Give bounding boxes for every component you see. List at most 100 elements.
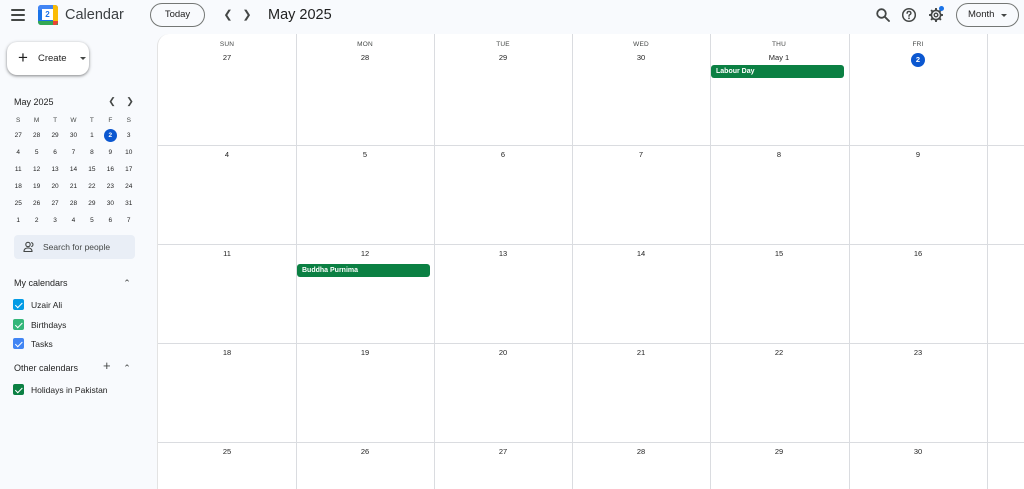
- mini-day[interactable]: 28: [27, 127, 45, 144]
- mini-day[interactable]: 6: [101, 212, 119, 229]
- chevron-right-icon[interactable]: ❯: [240, 8, 254, 22]
- day-number[interactable]: 28: [296, 53, 434, 62]
- mini-day[interactable]: 18: [9, 178, 27, 195]
- day-number[interactable]: 2: [849, 53, 987, 67]
- mini-day[interactable]: 15: [83, 161, 101, 178]
- mini-day[interactable]: 2: [101, 127, 119, 144]
- day-number[interactable]: 14: [572, 249, 710, 258]
- checkbox-checked-icon[interactable]: [13, 299, 24, 310]
- mini-day[interactable]: 1: [83, 127, 101, 144]
- mini-day[interactable]: 27: [46, 195, 64, 212]
- mini-day[interactable]: 14: [64, 161, 82, 178]
- chevron-up-icon[interactable]: ⌃: [122, 363, 132, 373]
- day-number[interactable]: 23: [849, 348, 987, 357]
- day-number[interactable]: 9: [849, 150, 987, 159]
- day-number[interactable]: 13: [434, 249, 572, 258]
- day-number[interactable]: 28: [572, 447, 710, 456]
- checkbox-checked-icon[interactable]: [13, 338, 24, 349]
- mini-weekday: W: [70, 117, 77, 124]
- people-search-input[interactable]: Search for people: [14, 235, 135, 259]
- mini-day[interactable]: 8: [83, 144, 101, 161]
- mini-day[interactable]: 2: [27, 212, 45, 229]
- create-button[interactable]: + Create: [7, 42, 89, 75]
- mini-day[interactable]: 22: [83, 178, 101, 195]
- search-icon[interactable]: [875, 7, 891, 23]
- day-number[interactable]: 5: [296, 150, 434, 159]
- mini-day[interactable]: 29: [46, 127, 64, 144]
- day-number[interactable]: 7: [572, 150, 710, 159]
- mini-day[interactable]: 1: [9, 212, 27, 229]
- hamburger-menu-icon[interactable]: [11, 9, 25, 21]
- mini-day[interactable]: 3: [120, 127, 138, 144]
- mini-day[interactable]: 19: [27, 178, 45, 195]
- mini-day[interactable]: 30: [64, 127, 82, 144]
- mini-week-row: 18 19 20 21 22 23 24: [9, 178, 138, 195]
- day-number[interactable]: 30: [849, 447, 987, 456]
- app-title: Calendar: [65, 7, 124, 23]
- day-number[interactable]: 15: [710, 249, 848, 258]
- chevron-up-icon[interactable]: ⌃: [122, 278, 132, 288]
- mini-day[interactable]: 11: [9, 161, 27, 178]
- mini-day[interactable]: 25: [9, 195, 27, 212]
- mini-prev-month-icon[interactable]: ❮: [107, 96, 117, 108]
- checkbox-checked-icon[interactable]: [13, 384, 24, 395]
- mini-day[interactable]: 16: [101, 161, 119, 178]
- mini-day[interactable]: 23: [101, 178, 119, 195]
- day-number[interactable]: 20: [434, 348, 572, 357]
- day-number[interactable]: 27: [158, 53, 296, 62]
- mini-day[interactable]: 20: [46, 178, 64, 195]
- checkbox-checked-icon[interactable]: [13, 319, 24, 330]
- gear-icon[interactable]: [928, 6, 944, 23]
- today-button[interactable]: Today: [150, 3, 205, 27]
- day-number[interactable]: 6: [434, 150, 572, 159]
- mini-day[interactable]: 3: [46, 212, 64, 229]
- mini-day[interactable]: 6: [46, 144, 64, 161]
- day-number[interactable]: 30: [572, 53, 710, 62]
- day-number[interactable]: May 1: [710, 53, 848, 62]
- event-chip[interactable]: Labour Day: [711, 65, 844, 78]
- mini-day[interactable]: 10: [120, 144, 138, 161]
- day-number[interactable]: 29: [710, 447, 848, 456]
- mini-day[interactable]: 7: [120, 212, 138, 229]
- help-icon[interactable]: [901, 7, 917, 23]
- day-number[interactable]: 12: [296, 249, 434, 258]
- mini-day[interactable]: 29: [83, 195, 101, 212]
- mini-day[interactable]: 26: [27, 195, 45, 212]
- mini-day[interactable]: 13: [46, 161, 64, 178]
- mini-day[interactable]: 27: [9, 127, 27, 144]
- mini-day[interactable]: 9: [101, 144, 119, 161]
- mini-next-month-icon[interactable]: ❯: [125, 96, 135, 108]
- day-number[interactable]: 25: [158, 447, 296, 456]
- mini-day[interactable]: 7: [64, 144, 82, 161]
- event-chip[interactable]: Buddha Purnima: [297, 264, 430, 277]
- top-app-bar: 2 Calendar Today ❮ ❯ May 2025 Month: [0, 0, 1024, 32]
- weekday-header: MON: [357, 41, 373, 48]
- day-number[interactable]: 22: [710, 348, 848, 357]
- view-switcher-label: Month: [968, 9, 995, 20]
- mini-day[interactable]: 5: [27, 144, 45, 161]
- day-number[interactable]: 26: [296, 447, 434, 456]
- mini-day[interactable]: 5: [83, 212, 101, 229]
- mini-day[interactable]: 4: [9, 144, 27, 161]
- mini-day[interactable]: 30: [101, 195, 119, 212]
- mini-day[interactable]: 24: [120, 178, 138, 195]
- mini-day[interactable]: 28: [64, 195, 82, 212]
- day-number[interactable]: 16: [849, 249, 987, 258]
- mini-day[interactable]: 21: [64, 178, 82, 195]
- mini-day[interactable]: 4: [64, 212, 82, 229]
- mini-day[interactable]: 12: [27, 161, 45, 178]
- mini-day[interactable]: 31: [120, 195, 138, 212]
- mini-day[interactable]: 17: [120, 161, 138, 178]
- day-number[interactable]: 21: [572, 348, 710, 357]
- day-number[interactable]: 8: [710, 150, 848, 159]
- view-switcher-button[interactable]: Month: [956, 3, 1019, 27]
- day-number[interactable]: 11: [158, 249, 296, 258]
- add-calendar-icon[interactable]: +: [103, 359, 111, 372]
- day-number[interactable]: 27: [434, 447, 572, 456]
- mini-weekday: M: [33, 117, 40, 124]
- day-number[interactable]: 4: [158, 150, 296, 159]
- day-number[interactable]: 18: [158, 348, 296, 357]
- chevron-left-icon[interactable]: ❮: [221, 8, 235, 22]
- day-number[interactable]: 29: [434, 53, 572, 62]
- day-number[interactable]: 19: [296, 348, 434, 357]
